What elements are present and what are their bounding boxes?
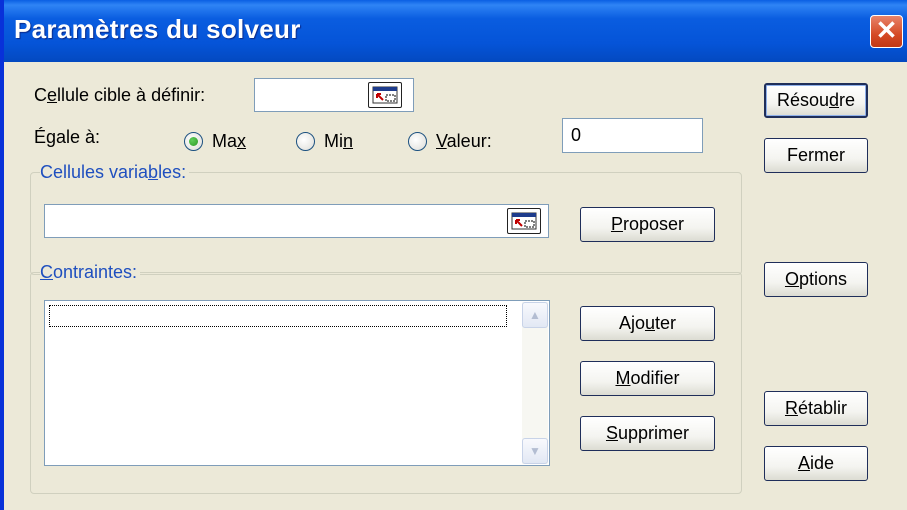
scroll-down-arrow-icon[interactable]: ▼ — [522, 438, 548, 464]
guess-button[interactable]: Proposer — [580, 207, 715, 242]
radio-value-label: Valeur: — [436, 131, 492, 151]
constraints-list[interactable]: ▲ ▼ — [44, 300, 550, 466]
equal-to-label: Égale à: — [34, 127, 101, 147]
variable-cells-legend: Cellules variables: — [40, 162, 190, 183]
solve-button[interactable]: Résoudre — [764, 83, 868, 118]
radio-max[interactable] — [184, 132, 203, 151]
radio-min[interactable] — [296, 132, 315, 151]
window-title: Paramètres du solveur — [14, 14, 301, 44]
scrollbar[interactable]: ▲ ▼ — [522, 302, 548, 464]
radio-value[interactable] — [408, 132, 427, 151]
constraints-legend: Contraintes: — [40, 262, 141, 283]
scroll-up-arrow-icon[interactable]: ▲ — [522, 302, 548, 328]
list-focus-item[interactable] — [49, 305, 507, 327]
solver-dialog: Paramètres du solveur ✕ Cellule cible à … — [0, 0, 907, 510]
radio-min-label: Min — [324, 131, 354, 151]
close-button[interactable]: Fermer — [764, 138, 868, 173]
add-button[interactable]: Ajouter — [580, 306, 715, 341]
collapse-dialog-icon[interactable] — [507, 208, 541, 234]
value-input[interactable]: 0 — [562, 118, 703, 153]
radio-max-label: Max — [212, 131, 247, 151]
options-button[interactable]: Options — [764, 262, 868, 297]
close-icon[interactable]: ✕ — [870, 15, 903, 48]
target-cell-label: Cellule cible à définir: — [34, 85, 206, 105]
reset-button[interactable]: Rétablir — [764, 391, 868, 426]
delete-button[interactable]: Supprimer — [580, 416, 715, 451]
change-button[interactable]: Modifier — [580, 361, 715, 396]
collapse-dialog-icon[interactable] — [368, 82, 402, 108]
help-button[interactable]: Aide — [764, 446, 868, 481]
variable-cells-input[interactable] — [44, 204, 549, 238]
title-bar[interactable]: Paramètres du solveur ✕ — [4, 0, 907, 62]
